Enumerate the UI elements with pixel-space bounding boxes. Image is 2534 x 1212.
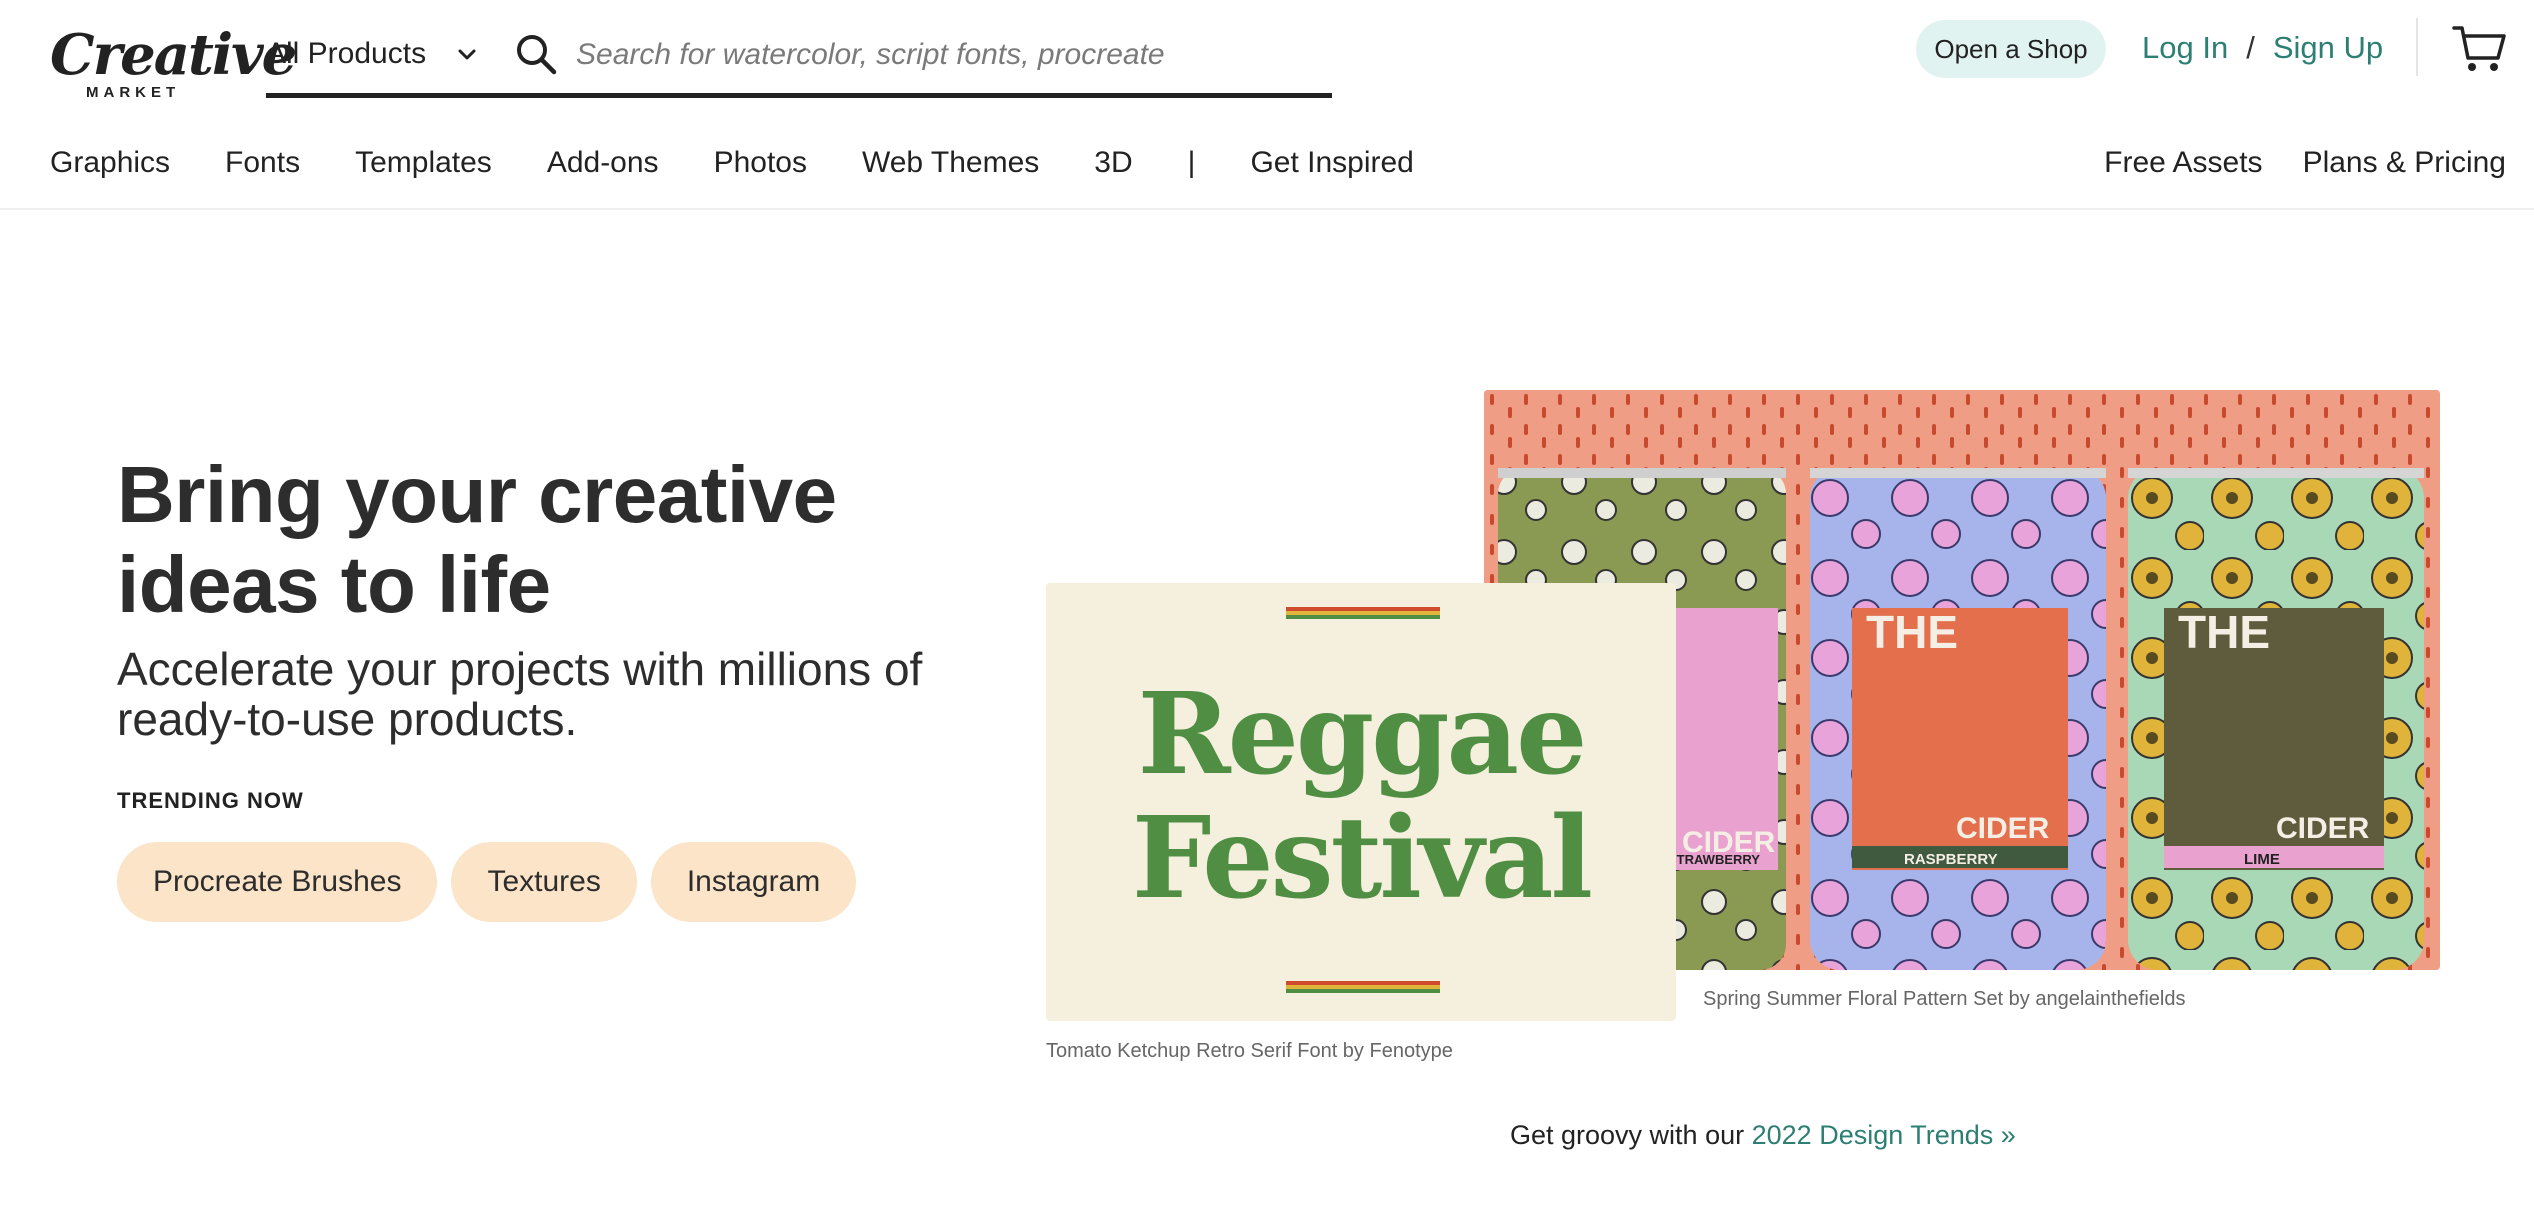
search-input[interactable] <box>576 30 1306 80</box>
can2-cider-label: CIDER <box>1956 812 2050 845</box>
can1-flavor-label: STRAWBERRY <box>1668 852 1760 867</box>
open-shop-button[interactable]: Open a Shop <box>1916 20 2106 78</box>
hero-title: Bring your creative ideas to life <box>117 450 837 629</box>
signup-link[interactable]: Sign Up <box>2273 30 2383 66</box>
design-trends-prefix: Get groovy with our <box>1510 1120 1745 1150</box>
nav-item-3d[interactable]: 3D <box>1094 146 1132 180</box>
search-icon[interactable] <box>514 32 558 76</box>
reggae-festival-image[interactable]: Reggae Festival <box>1046 583 1676 1021</box>
nav-item-graphics[interactable]: Graphics <box>50 146 170 180</box>
poster-image-caption[interactable]: Tomato Ketchup Retro Serif Font by Fenot… <box>1046 1040 1453 1063</box>
logo-wordmark: Creative <box>50 22 297 88</box>
nav-item-web-themes[interactable]: Web Themes <box>862 146 1039 180</box>
header-divider <box>2416 18 2418 76</box>
can2-flavor-label: RASPBERRY <box>1904 851 1998 868</box>
chip-textures[interactable]: Textures <box>451 842 637 922</box>
nav-secondary: Free Assets Plans & Pricing <box>2104 146 2506 180</box>
cans-image-caption[interactable]: Spring Summer Floral Pattern Set by ange… <box>1703 988 2185 1011</box>
nav-item-templates[interactable]: Templates <box>355 146 492 180</box>
auth-separator: / <box>2246 30 2255 65</box>
logo-subtitle: MARKET <box>86 84 181 101</box>
nav-item-fonts[interactable]: Fonts <box>225 146 300 180</box>
can3-the-label: THE <box>2178 606 2270 658</box>
top-stripe-green <box>1286 615 1440 619</box>
chevron-down-icon <box>458 49 476 60</box>
poster-line-reggae: Reggae <box>1137 669 1588 800</box>
trending-chips: Procreate Brushes Textures Instagram <box>117 842 857 922</box>
design-trends-link[interactable]: 2022 Design Trends » <box>1752 1120 2016 1150</box>
design-trends-line: Get groovy with our 2022 Design Trends » <box>1510 1120 2016 1151</box>
poster-line-festival: Festival <box>1131 793 1593 924</box>
chip-procreate-brushes[interactable]: Procreate Brushes <box>117 842 438 922</box>
login-link[interactable]: Log In <box>2142 30 2228 66</box>
nav-item-get-inspired[interactable]: Get Inspired <box>1250 146 1413 180</box>
top-header: Creative MARKET All Products Open a Shop… <box>0 0 2534 118</box>
creative-market-logo[interactable]: Creative MARKET <box>50 24 297 101</box>
main-nav: Graphics Fonts Templates Add-ons Photos … <box>0 130 2534 210</box>
nav-item-photos[interactable]: Photos <box>714 146 807 180</box>
chip-instagram[interactable]: Instagram <box>650 842 857 922</box>
can3-flavor-label: LIME <box>2244 851 2280 868</box>
category-dropdown-label: All Products <box>266 37 427 70</box>
hero-subtitle: Accelerate your projects with millions o… <box>117 643 923 745</box>
nav-categories: Graphics Fonts Templates Add-ons Photos … <box>50 146 1469 180</box>
nav-divider: | <box>1187 146 1196 179</box>
nav-item-plans-pricing[interactable]: Plans & Pricing <box>2303 146 2506 180</box>
can3-cider-label: CIDER <box>2276 812 2370 845</box>
trending-label: TRENDING NOW <box>117 788 304 813</box>
can2-the-label: THE <box>1866 606 1958 658</box>
cart-icon[interactable] <box>2452 22 2508 74</box>
auth-links: Log In / Sign Up <box>2142 26 2383 70</box>
nav-item-free-assets[interactable]: Free Assets <box>2104 146 2262 180</box>
nav-item-add-ons[interactable]: Add-ons <box>547 146 659 180</box>
bottom-stripe-green <box>1286 989 1440 993</box>
category-dropdown[interactable]: All Products <box>266 32 478 76</box>
